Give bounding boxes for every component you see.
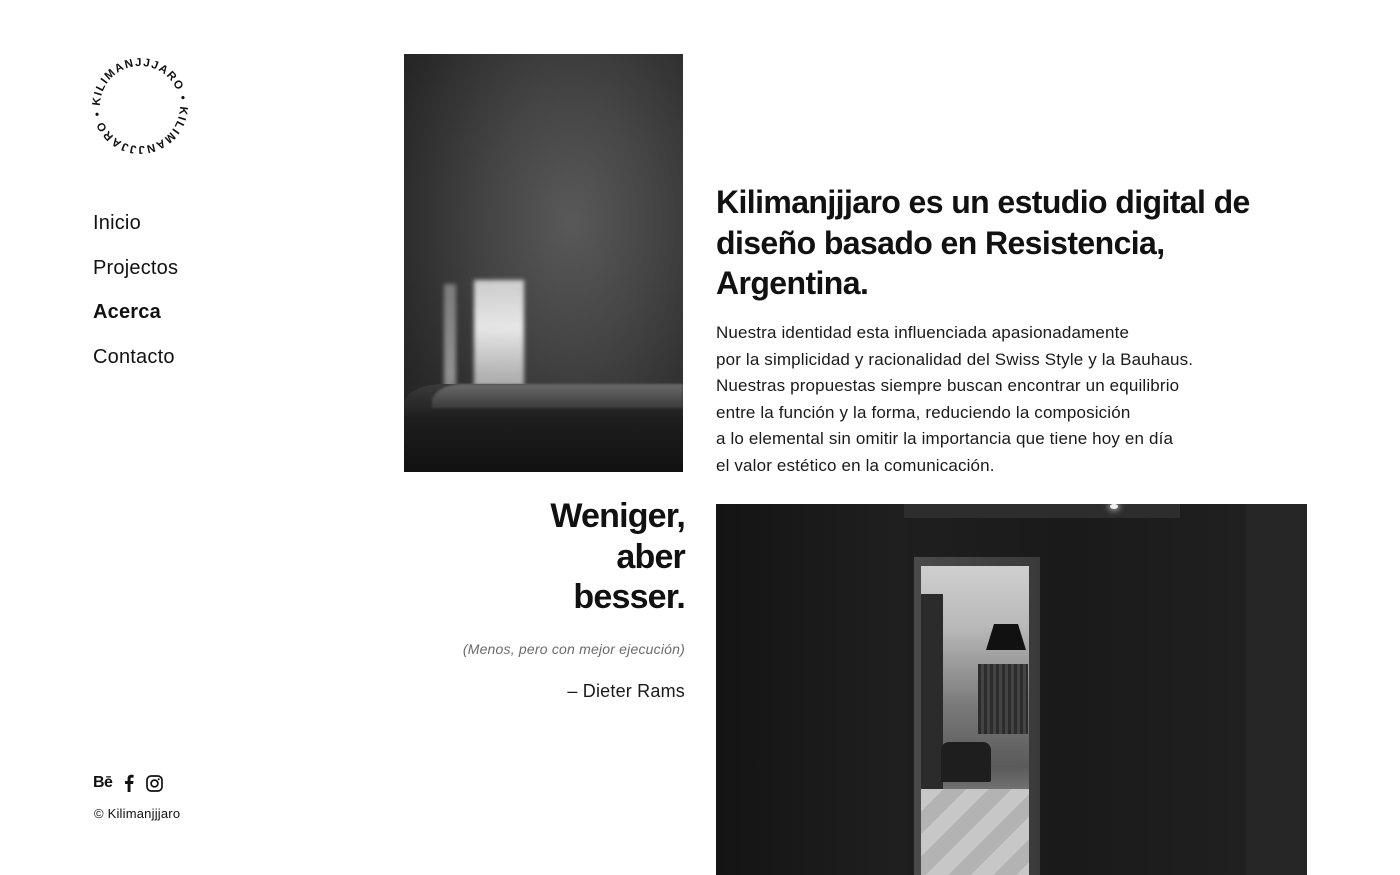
quote-author: – Dieter Rams [567, 681, 685, 701]
about-body-line: a lo elemental sin omitir la importancia… [716, 429, 1174, 449]
instagram-icon[interactable] [146, 774, 164, 792]
about-body-line: entre la función y la forma, reduciendo … [716, 402, 1131, 422]
about-body-line: el valor estético en la comunicación. [716, 455, 995, 475]
quote-line: besser. [573, 578, 685, 616]
behance-icon[interactable]: Bē [93, 773, 113, 793]
about-body-line: Nuestras propuestas siempre buscan encon… [716, 376, 1180, 396]
about-headline: Kilimanjjjaro es un estudio digital de d… [716, 184, 1250, 301]
nav-item-projectos[interactable]: Projectos [93, 251, 178, 296]
nav-item-contacto[interactable]: Contacto [93, 340, 178, 385]
about-body: Nuestra identidad esta influenciada apas… [716, 320, 1276, 480]
logo-text: KILIMANJJJARO • KILIMANJJJARO • [91, 57, 189, 155]
nav-item-inicio[interactable]: Inicio [93, 206, 178, 251]
photo-sofa-light [404, 54, 683, 472]
quote-text: Weniger, aber besser. [420, 496, 685, 618]
about-body-line: por la simplicidad y racionalidad del Sw… [716, 349, 1194, 369]
quote-line: aber [616, 537, 685, 576]
circular-logo-mark: KILIMANJJJARO • KILIMANJJJARO • [91, 57, 189, 155]
quote-translation: (Menos, pero con mejor ejecución) [462, 641, 685, 657]
copyright-text: © Kilimanjjjaro [94, 806, 181, 821]
photo-doorway [716, 504, 1307, 875]
about-body-line: Nuestra identidad esta influenciada apas… [716, 323, 1130, 342]
about-page: KILIMANJJJARO • KILIMANJJJARO • Inicio P… [0, 0, 1400, 875]
main-nav: Inicio Projectos Acerca Contacto [93, 206, 178, 384]
brand-logo[interactable]: KILIMANJJJARO • KILIMANJJJARO • [88, 54, 192, 158]
nav-item-acerca[interactable]: Acerca [93, 295, 178, 340]
facebook-icon[interactable] [124, 774, 135, 792]
social-links: Bē [93, 773, 164, 793]
quote-line: Weniger, [550, 497, 685, 535]
